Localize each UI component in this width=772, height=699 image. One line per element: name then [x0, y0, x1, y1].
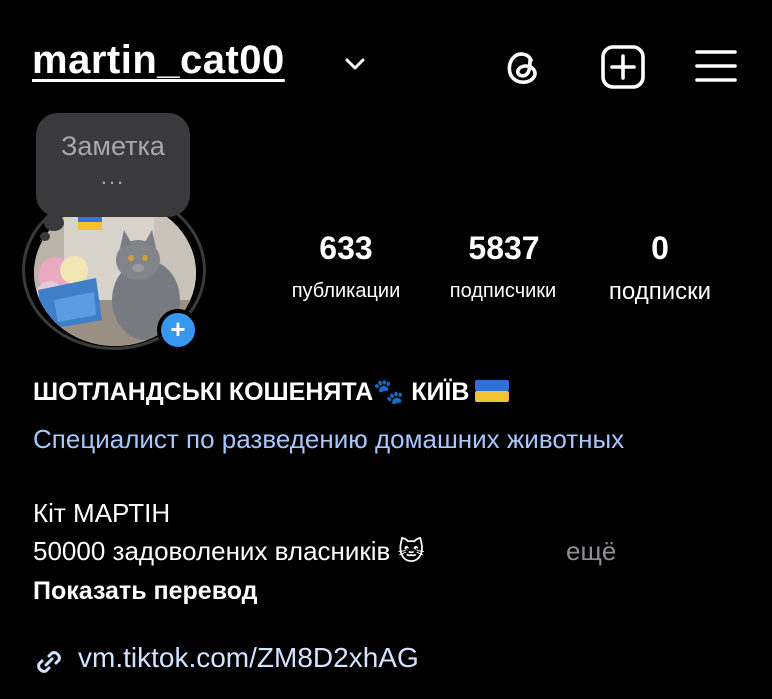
- ukraine-flag-icon: [475, 380, 510, 402]
- posts-count[interactable]: 633: [296, 230, 396, 267]
- following-label[interactable]: подписки: [590, 278, 730, 306]
- threads-icon[interactable]: [500, 44, 546, 90]
- bio-line: Кіт МАРТІН: [33, 498, 171, 528]
- following-count[interactable]: 0: [620, 230, 700, 267]
- external-link[interactable]: vm.tiktok.com/ZM8D2xhAG: [78, 642, 419, 674]
- chevron-down-icon[interactable]: [344, 56, 366, 72]
- note-label: Заметка: [61, 131, 165, 161]
- username-switcher[interactable]: martin_cat00: [32, 38, 285, 83]
- more-link[interactable]: ещё: [566, 536, 616, 567]
- followers-label[interactable]: подписчики: [430, 280, 576, 303]
- bio-line: 50000 задоволених власників 🐱: [33, 536, 425, 566]
- show-translation-link[interactable]: Показать перевод: [33, 577, 258, 606]
- add-story-button[interactable]: +: [157, 309, 199, 351]
- posts-label[interactable]: публикации: [274, 280, 418, 303]
- profile-name-text: ШОТЛАНДСЬКІ КОШЕНЯТА🐾 КИЇВ: [33, 378, 470, 406]
- link-icon: [37, 651, 61, 673]
- followers-count[interactable]: 5837: [452, 230, 556, 267]
- note-bubble[interactable]: Заметка ...: [36, 113, 190, 217]
- plus-square-icon[interactable]: [600, 44, 646, 90]
- profile-category: Специалист по разведению домашних животн…: [33, 424, 625, 454]
- note-tail-small: [40, 232, 50, 241]
- profile-name: ШОТЛАНДСЬКІ КОШЕНЯТА🐾 КИЇВ: [33, 378, 510, 407]
- note-tail: [44, 215, 64, 231]
- note-dots: ...: [100, 164, 126, 189]
- hamburger-menu-icon[interactable]: [694, 46, 738, 86]
